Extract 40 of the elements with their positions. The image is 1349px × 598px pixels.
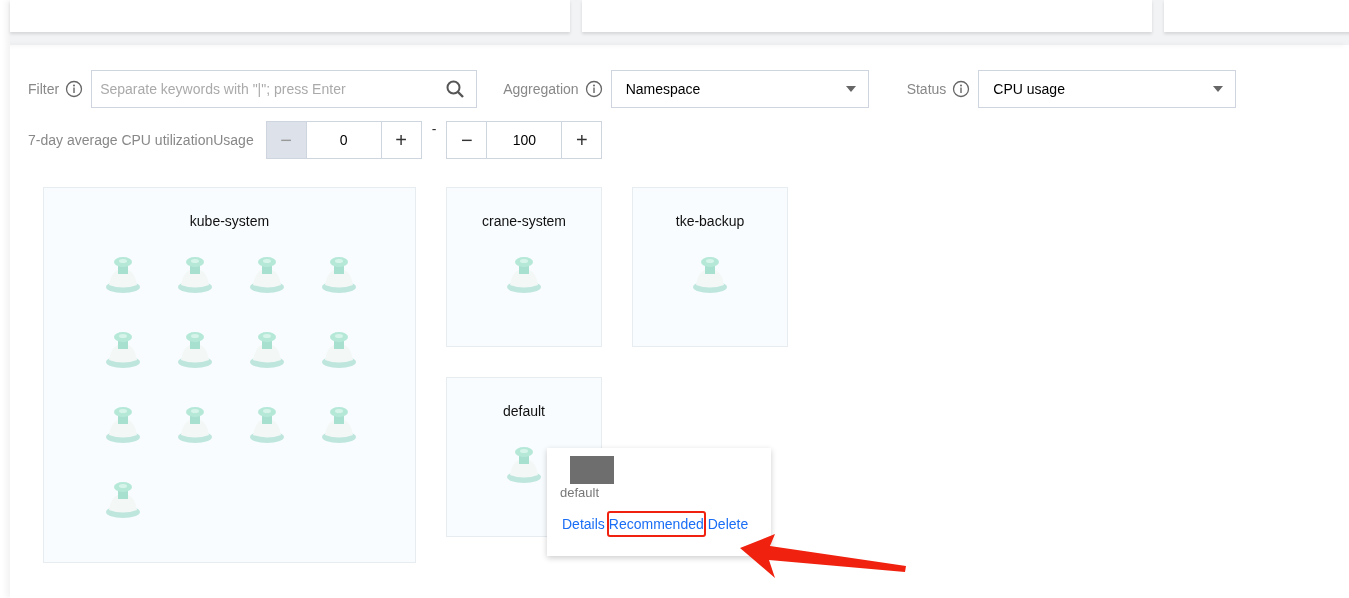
namespace-name: kube-system <box>188 213 271 229</box>
info-icon <box>584 80 603 98</box>
pod-icon[interactable] <box>505 444 543 484</box>
namespace-name: tke-backup <box>674 213 746 229</box>
pod-icon[interactable] <box>104 404 142 444</box>
info-icon <box>952 80 971 98</box>
action-link[interactable]: Details <box>560 511 607 537</box>
search-icon[interactable] <box>446 80 465 98</box>
info-icon <box>65 80 84 98</box>
pod-icon[interactable] <box>505 254 543 294</box>
pod-icon[interactable] <box>320 404 358 444</box>
pod-icon[interactable] <box>248 404 286 444</box>
pod-icon[interactable] <box>104 254 142 294</box>
number-field[interactable]: 0 <box>305 122 382 158</box>
namespace-name: default <box>501 403 546 419</box>
action-link[interactable]: Delete <box>705 511 751 537</box>
pod-icon[interactable] <box>248 254 286 294</box>
pod-icon[interactable] <box>104 329 142 369</box>
filter-label: Aggregation <box>503 81 579 97</box>
filter-label: Status <box>906 81 947 97</box>
pod-icon[interactable] <box>176 404 214 444</box>
pod-icon[interactable] <box>320 329 358 369</box>
popover-title: default <box>560 485 601 500</box>
search-field[interactable]: Separate keywords with "|"; press Enter <box>91 70 478 108</box>
caret-icon <box>1213 86 1224 92</box>
range-label: 7-day average CPU utilizationUsage <box>28 132 254 148</box>
filter-label: Filter <box>28 81 60 97</box>
select-field[interactable]: CPU usage <box>978 70 1237 108</box>
caret-icon <box>845 86 856 92</box>
pod-icon[interactable] <box>104 479 142 519</box>
range-separator: - <box>431 121 437 137</box>
namespace-name: crane-system <box>481 213 567 229</box>
select-field[interactable]: Namespace <box>610 70 869 108</box>
pod-icon[interactable] <box>320 254 358 294</box>
pod-icon[interactable] <box>248 329 286 369</box>
pod-icon[interactable] <box>691 254 729 294</box>
pod-icon[interactable] <box>176 254 214 294</box>
action-link[interactable]: Recommended <box>606 511 706 537</box>
pod-icon[interactable] <box>176 329 214 369</box>
redacted-block <box>570 456 614 484</box>
